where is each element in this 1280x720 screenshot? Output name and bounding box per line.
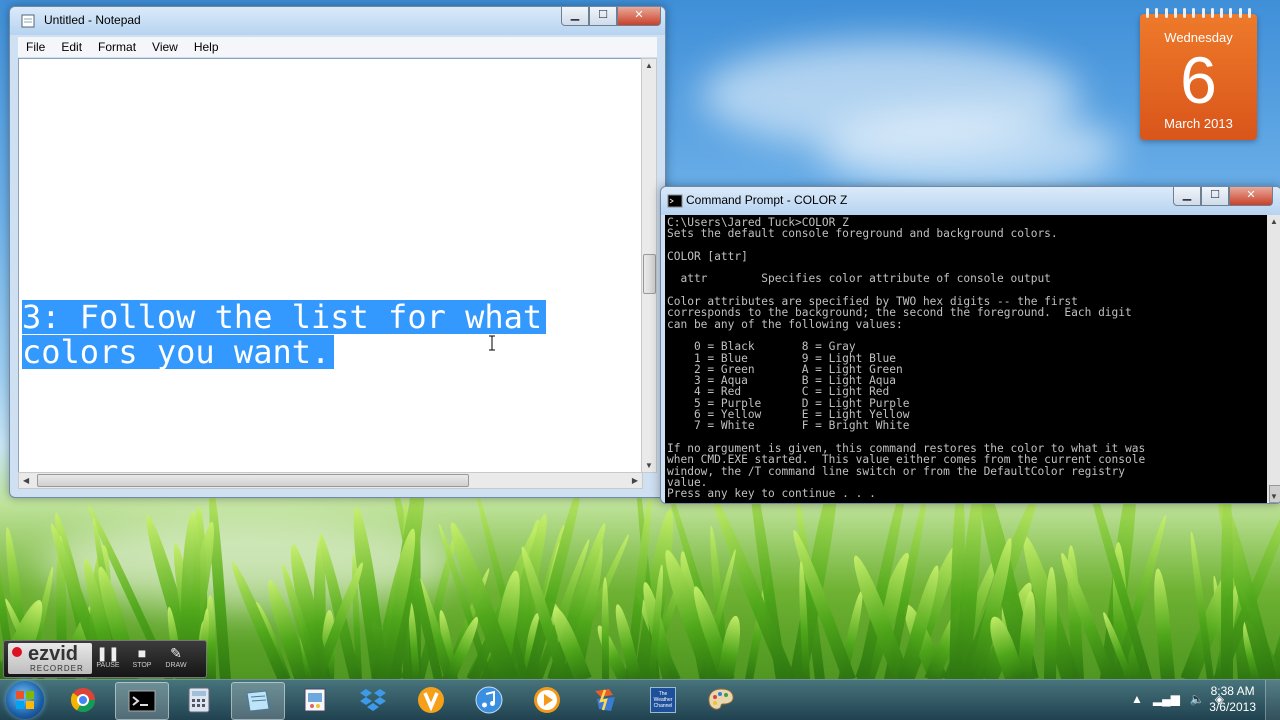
notepad-titlebar[interactable]: Untitled - Notepad ▁ ☐ ✕ [10, 7, 665, 35]
volume-icon[interactable]: 🔈 [1190, 692, 1205, 706]
taskbar-cmd[interactable] [115, 682, 169, 720]
taskbar-calculator[interactable] [173, 682, 225, 718]
maximize-button[interactable]: ☐ [1201, 187, 1229, 206]
calendar-gadget[interactable]: Wednesday 6 March 2013 [1140, 8, 1257, 140]
horizontal-scroll-thumb[interactable] [37, 474, 469, 487]
close-button[interactable]: ✕ [617, 7, 661, 26]
horizontal-scrollbar[interactable]: ◀ ▶ [18, 472, 643, 489]
text-cursor-icon [489, 335, 495, 351]
draw-button[interactable]: ✎ DRAW [160, 644, 192, 674]
command-prompt-window[interactable]: Command Prompt - COLOR Z ▁ ☐ ✕ C:\Users\… [660, 186, 1280, 504]
notepad-window[interactable]: Untitled - Notepad ▁ ☐ ✕ File Edit Forma… [9, 6, 666, 498]
scroll-down-icon[interactable]: ▼ [1270, 492, 1278, 501]
menu-view[interactable]: View [144, 37, 186, 57]
clock-time: 8:38 AM [1210, 684, 1255, 698]
taskbar-weather[interactable]: The Weather Channel [637, 682, 689, 718]
menu-file[interactable]: File [18, 37, 53, 57]
clock[interactable]: 8:38 AM 3/6/2013 [1209, 683, 1256, 715]
taskbar-v-app[interactable] [405, 682, 457, 718]
selected-text-line[interactable]: 3: Follow the list for what [22, 300, 547, 334]
scroll-left-icon[interactable]: ◀ [23, 476, 29, 485]
maximize-button[interactable]: ☐ [589, 7, 617, 26]
menu-edit[interactable]: Edit [53, 37, 90, 57]
taskbar-chrome[interactable] [57, 682, 109, 718]
media-player-icon [534, 687, 560, 713]
pause-button[interactable]: ❚❚ PAUSE [92, 644, 124, 674]
show-hidden-icons-icon[interactable]: ▲ [1131, 692, 1143, 706]
taskbar-itunes[interactable] [463, 682, 515, 718]
taskbar-media-player[interactable] [521, 682, 573, 718]
stop-button[interactable]: ■ STOP [126, 644, 158, 674]
notepad-title: Untitled - Notepad [44, 13, 141, 27]
scroll-down-icon[interactable]: ▼ [645, 461, 653, 470]
itunes-icon [475, 686, 503, 714]
calendar-day-number: 6 [1180, 43, 1217, 117]
grass-blade [601, 576, 609, 680]
dropbox-icon [360, 689, 386, 711]
grass-blade [1150, 567, 1176, 680]
taskbar-paint[interactable] [289, 682, 341, 718]
cloud [820, 110, 1120, 190]
menu-help[interactable]: Help [186, 37, 227, 57]
cmd-title: Command Prompt - COLOR Z [686, 193, 848, 207]
notepad-menubar: File Edit Format View Help [18, 37, 657, 57]
paint-palette-icon [708, 688, 734, 710]
pause-icon: ❚❚ [96, 645, 120, 661]
selected-text-line[interactable]: colors you want. [22, 335, 335, 369]
taskbar-flash-app[interactable] [579, 682, 631, 718]
cmd-titlebar[interactable]: Command Prompt - COLOR Z ▁ ☐ ✕ [661, 187, 1280, 215]
menu-format[interactable]: Format [90, 37, 144, 57]
windows-logo-icon [16, 691, 34, 709]
chrome-icon [70, 688, 95, 713]
start-button[interactable] [6, 681, 44, 719]
show-desktop-button[interactable] [1265, 680, 1280, 720]
taskbar-notepad[interactable] [231, 682, 285, 720]
paint-icon [304, 688, 326, 712]
stop-icon: ■ [137, 645, 147, 661]
minimize-button[interactable]: ▁ [1173, 187, 1201, 206]
console-output-area[interactable]: C:\Users\Jared Tuck>COLOR Z Sets the def… [665, 215, 1267, 503]
taskbar-paint-palette[interactable] [695, 682, 747, 718]
taskbar-dropbox[interactable] [347, 682, 399, 718]
minimize-button[interactable]: ▁ [561, 7, 589, 26]
close-button[interactable]: ✕ [1229, 187, 1273, 206]
notepad-icon [21, 14, 35, 28]
weather-icon: The Weather Channel [650, 687, 676, 713]
taskbar: The Weather Channel ▲ ▂▄▆ 🔈 ◈ 8:38 AM 3/… [0, 679, 1280, 720]
ezvid-logo: ezvid RECORDER [8, 643, 92, 674]
cmd-icon [128, 690, 156, 712]
flash-icon [595, 689, 615, 711]
calendar-rings [1146, 8, 1251, 18]
scroll-up-icon[interactable]: ▲ [645, 61, 653, 70]
pen-icon: ✎ [170, 645, 182, 661]
network-signal-icon[interactable]: ▂▄▆ [1153, 692, 1180, 706]
grass-blade [1043, 566, 1058, 680]
calendar-month-year: March 2013 [1164, 116, 1233, 131]
console-scrollbar[interactable]: ▲ ▼ [1267, 215, 1280, 503]
clock-date: 3/6/2013 [1209, 700, 1256, 714]
record-indicator-icon [12, 647, 22, 657]
notepad-text-area[interactable]: 3: Follow the list for what colors you w… [18, 58, 643, 473]
scroll-up-icon[interactable]: ▲ [1270, 217, 1278, 226]
vertical-scroll-thumb[interactable] [643, 254, 656, 294]
grass-blade [1220, 477, 1233, 680]
vlc-v-icon [418, 687, 444, 713]
vertical-scrollbar[interactable]: ▲ ▼ [641, 58, 657, 473]
notepad-icon [246, 690, 270, 712]
calculator-icon [188, 687, 210, 713]
console-text: C:\Users\Jared Tuck>COLOR Z Sets the def… [667, 216, 1146, 501]
cmd-icon [667, 194, 683, 208]
scroll-right-icon[interactable]: ▶ [632, 476, 638, 485]
ezvid-recorder-bar[interactable]: ezvid RECORDER ❚❚ PAUSE ■ STOP ✎ DRAW [3, 640, 207, 678]
